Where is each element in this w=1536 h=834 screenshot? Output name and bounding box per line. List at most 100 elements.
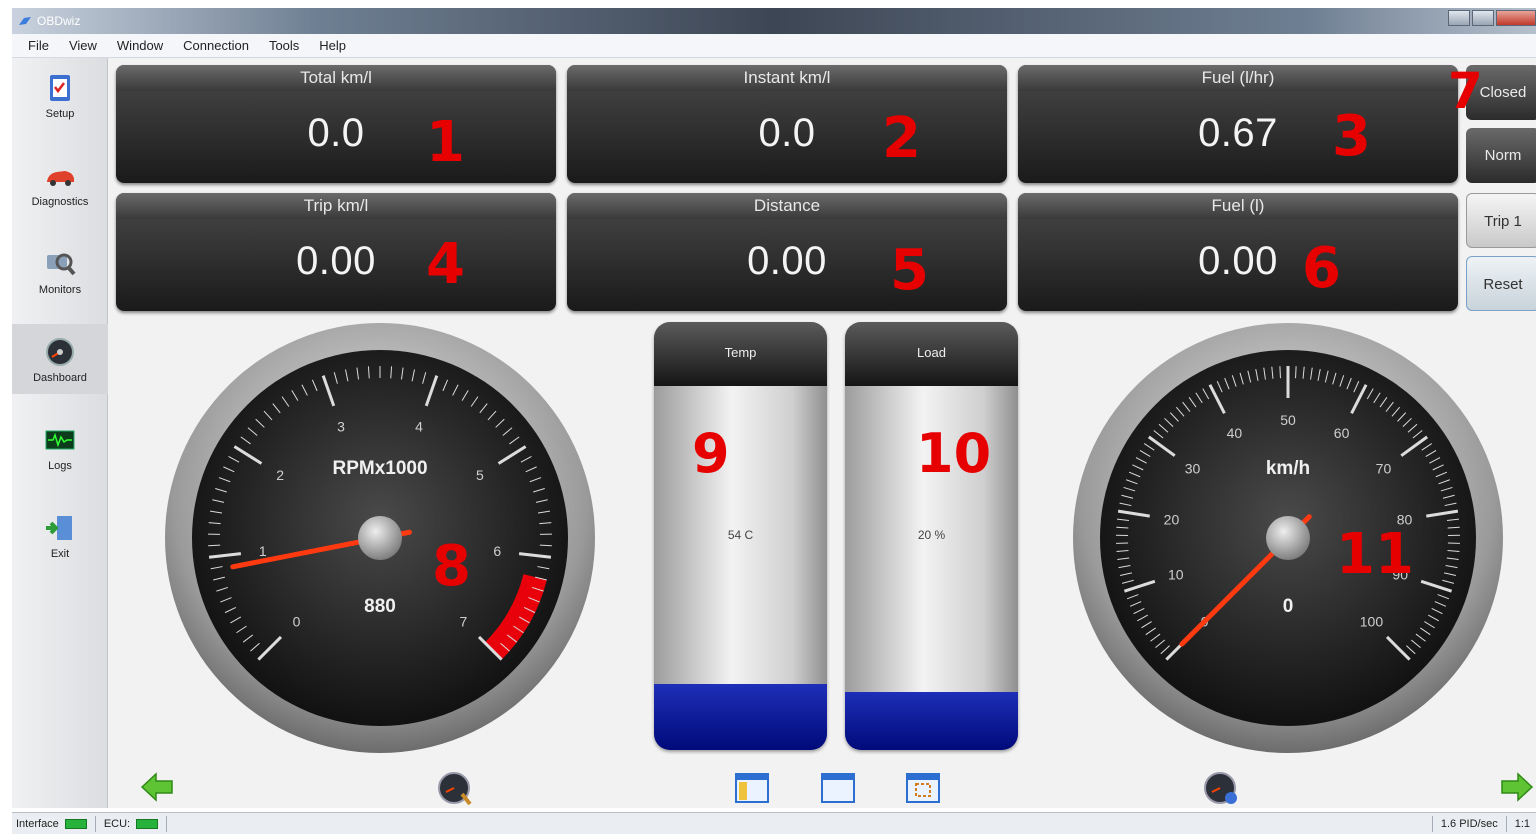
previous-arrow-icon[interactable] — [140, 772, 174, 802]
tile-value: 0.00 — [296, 239, 376, 283]
car-icon — [47, 170, 74, 186]
gauge-hub — [1266, 516, 1310, 560]
tile-value: 0.00 — [747, 239, 827, 283]
sidebar-item-logs[interactable]: Logs — [12, 412, 108, 482]
trip-button[interactable]: Trip 1 — [1466, 193, 1536, 248]
sidebar-item-diagnostics[interactable]: Diagnostics — [12, 148, 108, 218]
minimize-button[interactable] — [1448, 10, 1470, 26]
layout-single-window-icon[interactable] — [820, 772, 856, 804]
setup-icon — [50, 74, 70, 101]
bar-caption: Temp — [654, 322, 827, 386]
tick-label: 30 — [1185, 461, 1201, 477]
pid-rate: 1.6 PID/sec — [1440, 817, 1498, 830]
sidebar-item-monitors[interactable]: Monitors — [12, 236, 108, 306]
tick-label: 5 — [476, 467, 484, 483]
monitor-magnifier-icon — [47, 253, 76, 275]
annotation-6: 6 — [1302, 236, 1341, 301]
annotation-10: 10 — [916, 422, 992, 485]
minor-tick — [1279, 366, 1281, 379]
gauge-title: RPMx1000 — [332, 458, 427, 479]
tile-caption: Fuel (l) — [1018, 193, 1458, 219]
tile-caption: Instant km/l — [567, 65, 1007, 91]
gauge-hub — [358, 516, 402, 560]
tile-value: 0.0 — [758, 111, 816, 155]
tile-caption: Trip km/l — [116, 193, 556, 219]
fuel-total-tile: Fuel (l) 0.00 — [1018, 193, 1458, 311]
tick-label: 4 — [415, 419, 423, 435]
maximize-button[interactable] — [1472, 10, 1494, 26]
sidebar-item-label: Logs — [48, 459, 72, 472]
tick-label: 2 — [276, 467, 284, 483]
gauge-add-icon[interactable] — [1202, 770, 1240, 806]
sidebar-item-exit[interactable]: Exit — [12, 500, 108, 570]
tile-caption: Fuel (l/hr) — [1018, 65, 1458, 91]
instant-kml-tile: Instant km/l 0.0 — [567, 65, 1007, 183]
app-logo-icon — [19, 17, 31, 25]
ecu-status-led — [136, 818, 159, 829]
exit-door-icon — [46, 515, 72, 540]
minor-tick — [1295, 366, 1297, 379]
interface-status-led — [64, 818, 87, 829]
menu-connection[interactable]: Connection — [183, 38, 249, 53]
tick-label: 60 — [1334, 425, 1350, 441]
gauge-icon — [46, 337, 74, 366]
sidebar-item-dashboard[interactable]: Dashboard — [12, 324, 108, 394]
status-time: 1:1 — [1514, 817, 1530, 830]
tick-label: 20 — [1164, 512, 1180, 528]
menu-help[interactable]: Help — [319, 38, 346, 53]
sidebar: Setup Diagnostics Monitors Dashboard Log… — [12, 58, 108, 808]
tile-caption: Total km/l — [116, 65, 556, 91]
tick-label: 40 — [1227, 425, 1243, 441]
sidebar-item-label: Monitors — [38, 283, 82, 296]
gauge-readout: 0 — [1283, 596, 1294, 617]
bar-fill — [654, 684, 827, 750]
tile-value: 0.00 — [1198, 239, 1278, 283]
tick-label: 100 — [1360, 613, 1384, 629]
next-arrow-icon[interactable] — [1500, 772, 1534, 802]
status-bar: Interface ECU: 1.6 PID/sec 1:1 — [12, 812, 1536, 834]
tick-label: 70 — [1376, 461, 1392, 477]
sidebar-item-label: Exit — [50, 547, 70, 560]
annotation-11: 11 — [1336, 522, 1414, 587]
distance-tile: Distance 0.00 — [567, 193, 1007, 311]
annotation-8: 8 — [432, 534, 471, 599]
menu-window[interactable]: Window — [117, 38, 163, 53]
bar-fill — [845, 692, 1018, 750]
speed-gauge: 0102030405060708090100 km/h 0 — [1073, 323, 1503, 753]
total-kml-tile: Total km/l 0.0 — [116, 65, 556, 183]
gauge-settings-icon[interactable] — [436, 770, 474, 806]
tick-label: 6 — [493, 543, 501, 559]
reset-button[interactable]: Reset — [1466, 256, 1536, 311]
annotation-5: 5 — [890, 238, 929, 303]
menu-view[interactable]: View — [69, 38, 97, 53]
bar-caption: Load — [845, 322, 1018, 386]
sidebar-item-label: Dashboard — [33, 371, 87, 384]
minor-tick — [208, 544, 221, 547]
gauge-readout: 880 — [364, 596, 396, 617]
tick-label: 0 — [293, 613, 301, 629]
tile-value: 0.0 — [307, 111, 365, 155]
tile-value: 0.67 — [1198, 111, 1278, 155]
tick-label: 1 — [259, 543, 267, 559]
sidebar-item-label: Diagnostics — [31, 195, 89, 208]
layout-left-panel-icon[interactable] — [734, 772, 770, 804]
waveform-icon — [45, 430, 75, 449]
menu-file[interactable]: File — [28, 38, 49, 53]
title-bar: OBDwiz — [12, 8, 1536, 34]
temp-bar-gauge: Temp 54 C — [654, 322, 827, 750]
ecu-status-label: ECU: — [103, 817, 131, 830]
menu-tools[interactable]: Tools — [269, 38, 299, 53]
annotation-4: 4 — [426, 232, 465, 297]
norm-button[interactable]: Norm — [1466, 128, 1536, 183]
annotation-9: 9 — [692, 422, 730, 485]
sidebar-item-setup[interactable]: Setup — [12, 60, 108, 130]
gauge-title: km/h — [1266, 458, 1310, 479]
tick-label: 3 — [337, 419, 345, 435]
bar-readout: 20 % — [917, 528, 946, 542]
minor-tick — [539, 544, 552, 547]
annotation-2: 2 — [882, 106, 921, 171]
close-button[interactable] — [1496, 10, 1536, 26]
dashboard-panel: Total km/l 0.0 Instant km/l 0.0 Fuel (l/… — [108, 58, 1536, 808]
rpm-gauge: 0 1 2 3 4 5 6 7 RPMx1000 880 — [165, 323, 595, 753]
layout-fullscreen-icon[interactable] — [905, 772, 941, 804]
